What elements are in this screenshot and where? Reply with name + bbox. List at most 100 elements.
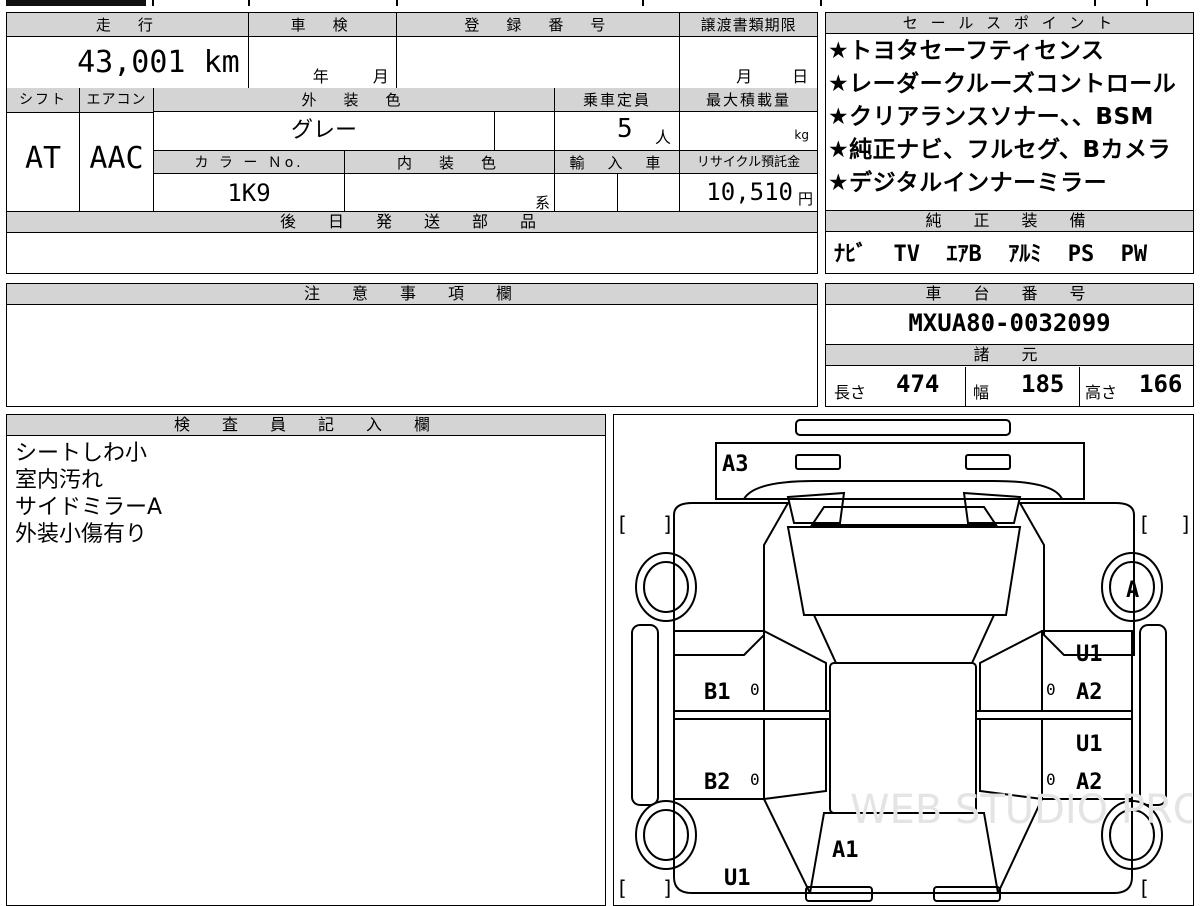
car-diagram: [ ] [ ] [ ] [ WEB STUDIO PRO A3 A U1 A2 …	[616, 419, 1192, 902]
equipment-box: 純 正 装 備 ﾅﾋﾞ TV ｴｱB ｱﾙﾐ PS PW	[825, 210, 1194, 274]
watermark: WEB STUDIO PRO	[850, 787, 1192, 833]
spec-width-label: 幅	[973, 383, 990, 402]
import-label: 輸 入 車	[554, 150, 680, 174]
spec-length-label: 長さ	[834, 383, 867, 402]
later-parts-label: 後 日 発 送 部 品	[7, 212, 817, 233]
inspector-line-3: サイドミラーA	[15, 495, 163, 520]
sales-point-3: ★クリアランスソナー、、BSM	[828, 104, 1154, 130]
registration-label: 登 録 番 号	[395, 12, 681, 37]
sales-points-list: ★トヨタセーフティセンス ★レーダークルーズコントロール ★クリアランスソナー、…	[826, 34, 1193, 200]
load-cell: kg	[679, 111, 818, 151]
sales-point-4: ★純正ナビ、フルセグ、Bカメラ	[828, 137, 1172, 163]
interior-unit: 系	[534, 194, 550, 212]
interior-label: 内 装 色	[344, 150, 555, 174]
roof	[812, 614, 996, 664]
inspection-month: 月	[372, 67, 389, 86]
transfer-cell: 月 日	[679, 36, 818, 89]
wheel-front-left-inner	[643, 561, 689, 613]
transfer-month: 月	[736, 67, 753, 86]
inspector-header: 検 査 員 記 入 欄	[7, 415, 605, 436]
right-side-skirt	[1139, 624, 1167, 806]
mark-a3: A3	[722, 452, 749, 477]
notes-header: 注 意 事 項 欄	[7, 284, 817, 305]
shift-label: シフト	[7, 88, 79, 113]
sales-point-5: ★デジタルインナーミラー	[828, 170, 1108, 196]
mark-b2: B2	[704, 770, 731, 795]
ac-value: AAC	[89, 141, 144, 176]
mark-b1: B1	[704, 680, 731, 705]
import-cell-b	[617, 173, 680, 213]
right-door-pillar	[979, 630, 1043, 712]
body-outline-left	[673, 502, 790, 656]
spec-height-value: 166	[1139, 370, 1183, 398]
spec-width-value: 185	[1021, 370, 1065, 398]
specs-header: 諸 元	[826, 345, 1193, 366]
inspector-line-2: 室内汚れ	[15, 468, 104, 493]
bracket-left-bottom: [	[616, 876, 628, 900]
exterior-label: 外 装 色	[153, 88, 555, 112]
spec-width: 幅 185	[965, 367, 1080, 406]
mark-u1-bottom: U1	[724, 866, 751, 891]
mileage-unit: km	[203, 45, 240, 80]
interior-cell: 系	[344, 173, 555, 213]
front-light-left	[795, 454, 841, 470]
equipment-value: ﾅﾋﾞ TV ｴｱB ｱﾙﾐ PS PW	[834, 242, 1148, 267]
inspector-list: シートしわ小 室内汚れ サイドミラーA 外装小傷有り	[7, 436, 605, 548]
later-parts-box: 後 日 発 送 部 品	[6, 211, 818, 274]
notes-box: 注 意 事 項 欄	[6, 283, 818, 407]
front-light-right	[965, 454, 1011, 470]
left-door-pillar	[763, 630, 827, 712]
mileage-label: 走 行	[6, 12, 249, 37]
recycle-label: リサイクル預託金	[679, 150, 818, 174]
right-step-rail	[975, 710, 1133, 720]
left-step-rail	[673, 710, 831, 720]
mark-a2-right-bottom: A2	[1076, 770, 1103, 795]
spec-height-label: 高さ	[1085, 383, 1118, 402]
wheel-rear-left-inner	[643, 809, 689, 861]
mark-zero-2: 0	[750, 770, 760, 789]
mark-zero-4: 0	[1046, 770, 1056, 789]
top-stub	[6, 0, 1196, 8]
chassis-header: 車 台 番 号	[826, 284, 1193, 305]
color-no-value: 1K9	[153, 173, 345, 213]
ac-label: エアコン	[80, 88, 153, 113]
exterior-sub-cell	[494, 111, 555, 151]
recycle-unit: 円	[797, 190, 813, 208]
mark-a1: A1	[832, 838, 859, 863]
bracket-left-top-close: ]	[662, 512, 674, 536]
registration-value	[395, 36, 681, 89]
equipment-header: 純 正 装 備	[826, 211, 1193, 232]
mileage-cell: 43,001 km	[6, 36, 249, 89]
capacity-label: 乗車定員	[554, 88, 680, 112]
transfer-day: 日	[792, 67, 809, 86]
front-bumper-slot	[795, 419, 1011, 436]
sales-point-2: ★レーダークルーズコントロール	[828, 71, 1177, 97]
left-rear-pillar	[763, 718, 827, 800]
info-table: 走 行 車 検 登 録 番 号 譲渡書類期限 43,001 km 年 月 月 日	[6, 12, 818, 89]
bracket-left-top: [	[616, 512, 628, 536]
bracket-right-top-close: ]	[1180, 512, 1192, 536]
recycle-cell: 10,510 円	[679, 173, 818, 213]
spec-length-value: 474	[896, 370, 940, 398]
mark-zero-3: 0	[1046, 680, 1056, 699]
transfer-label: 譲渡書類期限	[679, 12, 818, 37]
mileage-value: 43,001	[77, 45, 186, 80]
left-side-skirt	[631, 624, 659, 806]
sales-points-box: セ ー ル ス ポ イ ン ト ★トヨタセーフティセンス ★レーダークルーズコン…	[825, 12, 1194, 211]
inspection-cell: 年 月	[247, 36, 397, 89]
mark-zero-1: 0	[750, 680, 760, 699]
inspector-line-4: 外装小傷有り	[15, 522, 148, 547]
color-no-label: カ ラ ー Ｎo.	[153, 150, 345, 174]
load-label: 最大積載量	[679, 88, 818, 112]
inspection-label: 車 検	[247, 12, 397, 37]
specs-box: 諸 元 長さ 474 幅 185 高さ 166	[825, 344, 1194, 407]
mark-a-right: A	[1126, 578, 1139, 603]
info-row2: シフト AT エアコン AAC 外 装 色 乗車定員 最大積載量 グレー 5 人…	[6, 88, 818, 213]
sales-points-header: セ ー ル ス ポ イ ン ト	[826, 13, 1193, 34]
front-bumper-outline	[715, 442, 1085, 500]
inspector-box: 検 査 員 記 入 欄 シートしわ小 室内汚れ サイドミラーA 外装小傷有り	[6, 414, 606, 906]
spec-length: 長さ 474	[826, 367, 966, 406]
mark-u1-right-top: U1	[1076, 642, 1103, 667]
mark-a2-right-top: A2	[1076, 680, 1103, 705]
mark-u1-right-bottom: U1	[1076, 732, 1103, 757]
